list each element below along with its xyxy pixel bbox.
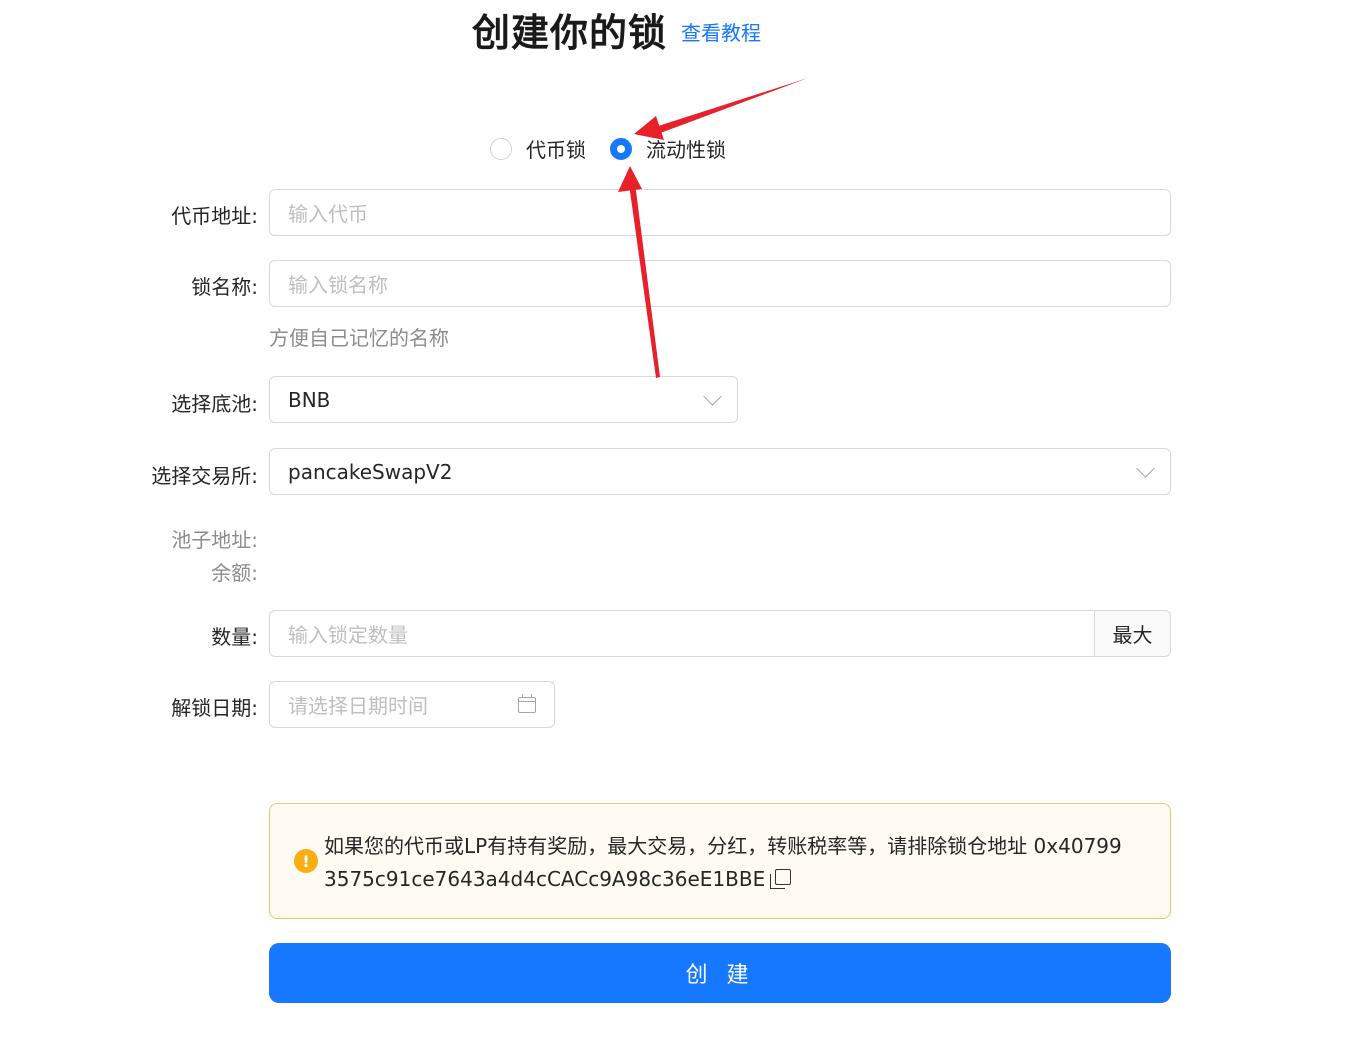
alert-text-line1: 如果您的代币或LP有持有奖励，最大交易，分红，转账税率等，请排除锁仓地址 0x4… xyxy=(324,834,1122,858)
base-pool-value: BNB xyxy=(288,387,331,412)
max-button[interactable]: 最大 xyxy=(1094,610,1171,657)
annotation-arrow-top xyxy=(634,78,808,140)
amount-placeholder: 输入锁定数量 xyxy=(288,623,408,647)
radio-circle-icon[interactable] xyxy=(490,137,512,160)
exchange-label: 选择交易所: xyxy=(151,464,258,488)
radio-token-lock[interactable]: 代币锁 xyxy=(490,134,586,163)
view-tutorial-link[interactable]: 查看教程 xyxy=(681,17,761,46)
unlock-date-placeholder: 请选择日期时间 xyxy=(288,694,428,718)
page-title: 创建你的锁 xyxy=(472,10,668,55)
lock-type-radio-group: 代币锁 流动性锁 xyxy=(490,134,750,163)
lock-name-hint: 方便自己记忆的名称 xyxy=(269,326,449,350)
token-address-input[interactable]: 输入代币 xyxy=(269,189,1171,236)
lock-name-input[interactable]: 输入锁名称 xyxy=(269,260,1171,307)
lock-name-label: 锁名称: xyxy=(191,275,258,299)
radio-label: 流动性锁 xyxy=(646,138,726,162)
chevron-down-icon xyxy=(703,387,722,406)
pool-address-label: 池子地址: xyxy=(171,528,258,552)
page-header: 创建你的锁 查看教程 xyxy=(472,4,761,55)
base-pool-label: 选择底池: xyxy=(171,392,258,416)
copy-icon[interactable] xyxy=(770,868,792,889)
lock-name-placeholder: 输入锁名称 xyxy=(288,273,388,297)
chevron-down-icon xyxy=(1136,459,1155,478)
exchange-select[interactable]: pancakeSwapV2 xyxy=(269,448,1171,495)
exclamation-icon: ! xyxy=(294,849,318,873)
balance-label: 余额: xyxy=(211,561,258,585)
unlock-date-picker[interactable]: 请选择日期时间 xyxy=(269,681,555,728)
amount-input[interactable]: 输入锁定数量 xyxy=(269,610,1095,657)
amount-label: 数量: xyxy=(211,625,258,649)
radio-liquidity-lock[interactable]: 流动性锁 xyxy=(610,134,726,163)
unlock-date-label: 解锁日期: xyxy=(171,696,258,720)
create-button[interactable]: 创 建 xyxy=(269,943,1171,1003)
calendar-icon xyxy=(518,693,536,713)
base-pool-select[interactable]: BNB xyxy=(269,376,738,423)
token-address-label: 代币地址: xyxy=(171,204,258,228)
alert-text-line2: 3575c91ce7643a4d4cCACc9A98c36eE1BBE xyxy=(324,863,1146,896)
warning-alert: ! 如果您的代币或LP有持有奖励，最大交易，分红，转账税率等，请排除锁仓地址 0… xyxy=(269,803,1171,919)
radio-label: 代币锁 xyxy=(526,138,586,162)
exchange-value: pancakeSwapV2 xyxy=(288,459,453,484)
alert-address-tail: 3575c91ce7643a4d4cCACc9A98c36eE1BBE xyxy=(324,867,766,891)
radio-checked-icon[interactable] xyxy=(610,137,632,160)
token-address-placeholder: 输入代币 xyxy=(288,202,368,226)
